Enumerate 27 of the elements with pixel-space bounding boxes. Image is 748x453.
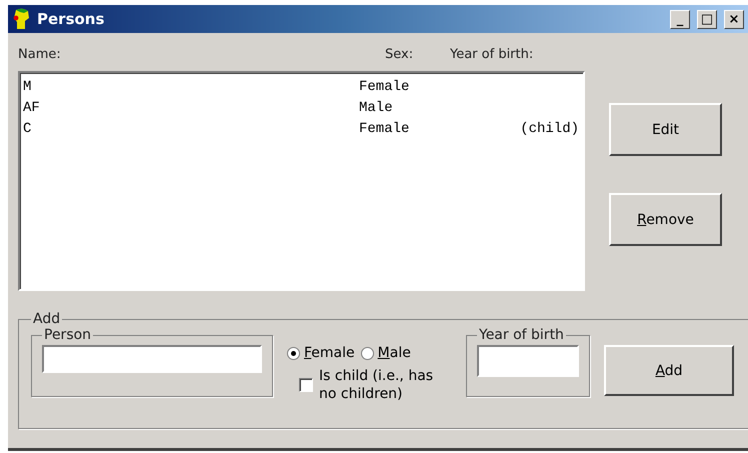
persons-list[interactable]: M Female AF Male C Female (child) — [18, 71, 585, 291]
column-header: Name: — [18, 47, 62, 62]
year-cell-text: (child) — [519, 120, 579, 136]
sex-radio[interactable]: Female — [287, 345, 355, 361]
year-field[interactable] — [477, 345, 579, 377]
sex-cell-text: Male — [359, 100, 394, 116]
group-title: Add — [32, 311, 62, 327]
name-cell-text: C — [23, 120, 32, 136]
name-cell-text: M — [23, 78, 32, 94]
group-title: Year of birth — [478, 327, 565, 343]
column-header: Year of birth: — [450, 47, 534, 62]
person-head-icon — [12, 8, 32, 30]
edit-button[interactable]: Edit — [609, 103, 722, 156]
name-cell-text: AF — [23, 100, 41, 116]
add-button[interactable]: Add — [604, 345, 734, 396]
minimize-button[interactable]: _ — [670, 10, 690, 28]
group-title: Person — [43, 327, 92, 343]
sex-cell-text: Female — [359, 120, 410, 136]
maximize-button[interactable]: □ — [697, 10, 717, 28]
remove-button[interactable]: Remove — [609, 193, 722, 246]
is-child-checkbox[interactable]: Is child (i.e., has no children) — [287, 367, 452, 403]
close-button[interactable]: × — [724, 10, 744, 28]
person-name-field[interactable] — [42, 345, 262, 373]
window-title: Persons — [37, 10, 106, 28]
sex-cell-text: Female — [359, 78, 410, 94]
sex-radio[interactable]: Male — [360, 345, 411, 361]
column-header: Sex: — [385, 47, 414, 62]
